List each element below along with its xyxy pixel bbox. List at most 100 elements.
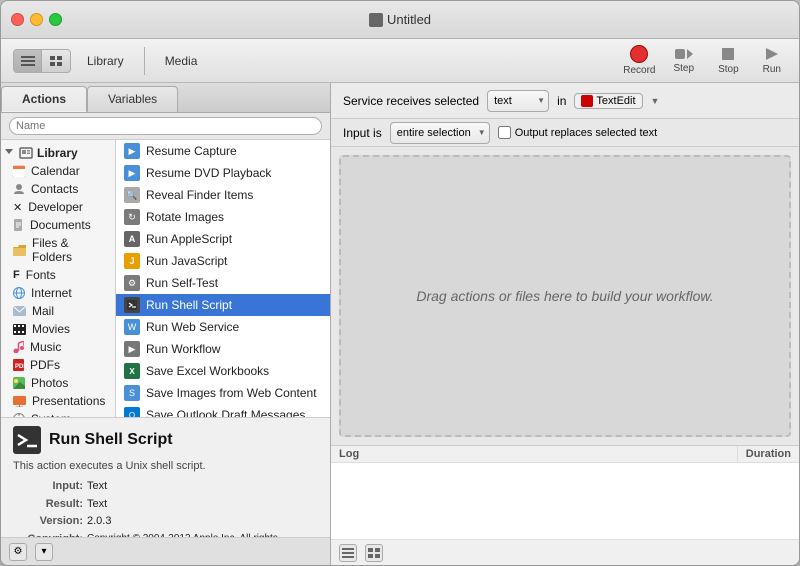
sidebar-item-movies[interactable]: Movies xyxy=(1,320,115,338)
internet-icon xyxy=(13,287,25,299)
sidebar-item-calendar[interactable]: Calendar xyxy=(1,162,115,180)
info-description: This action executes a Unix shell script… xyxy=(13,460,318,472)
minimize-button[interactable] xyxy=(30,13,43,26)
action-item[interactable]: O Save Outlook Draft Messages xyxy=(116,404,330,417)
input-row: Input is entire selection each item ▼ Ou… xyxy=(331,119,799,147)
action-item[interactable]: ▶ Run Workflow xyxy=(116,338,330,360)
sidebar-item-documents[interactable]: Documents xyxy=(1,216,115,234)
action-item[interactable]: ▶ Resume Capture xyxy=(116,140,330,162)
step-button[interactable]: Step xyxy=(667,45,700,76)
shell-script-icon xyxy=(127,300,137,310)
sidebar-item-fonts[interactable]: F Fonts xyxy=(1,266,115,284)
settings-button[interactable]: ⚙ xyxy=(9,543,27,561)
tab-actions[interactable]: Actions xyxy=(1,86,87,112)
info-toggle-button[interactable]: ▾ xyxy=(35,543,53,561)
sidebar-item-presentations[interactable]: Presentations xyxy=(1,392,115,410)
sidebar-item-library[interactable]: Library xyxy=(1,144,115,162)
info-title: Run Shell Script xyxy=(49,431,173,449)
icon-view-icon xyxy=(49,55,63,67)
documents-icon xyxy=(13,219,24,231)
toolbar-right: Record Step Stop Run xyxy=(623,44,787,77)
output-checkbox-label[interactable]: Output replaces selected text xyxy=(498,126,657,139)
library-label: Library xyxy=(37,146,78,160)
calendar-icon xyxy=(13,165,25,177)
log-area: Log Duration xyxy=(331,445,799,565)
svg-text:PDF: PDF xyxy=(15,364,24,370)
maximize-button[interactable] xyxy=(49,13,62,26)
action-icon: ▶ xyxy=(124,165,140,181)
document-icon xyxy=(369,13,383,27)
mail-icon xyxy=(13,306,26,316)
pdfs-icon: PDF xyxy=(13,359,24,371)
library-icon xyxy=(19,146,33,160)
log-icon-view-icon xyxy=(368,548,380,558)
output-checkbox[interactable] xyxy=(498,126,511,139)
view-toggle xyxy=(13,49,71,73)
log-header: Log Duration xyxy=(331,446,799,463)
action-icon: A xyxy=(124,231,140,247)
action-item[interactable]: W Run Web Service xyxy=(116,316,330,338)
textedit-icon xyxy=(581,95,593,107)
action-item[interactable]: J Run JavaScript xyxy=(116,250,330,272)
action-item[interactable]: X Save Excel Workbooks xyxy=(116,360,330,382)
action-icon: O xyxy=(124,407,140,417)
sidebar-item-mail[interactable]: Mail xyxy=(1,302,115,320)
record-button[interactable]: Record xyxy=(623,45,655,76)
sidebar-item-developer[interactable]: ✕ Developer xyxy=(1,198,115,216)
action-item[interactable]: ▶ Resume DVD Playback xyxy=(116,162,330,184)
step-label: Step xyxy=(673,63,694,74)
main-window: Untitled Library Medi xyxy=(0,0,800,566)
main-content: Actions Variables xyxy=(1,83,799,565)
list-view-icon xyxy=(21,55,35,67)
sidebar-item-contacts[interactable]: Contacts xyxy=(1,180,115,198)
action-item[interactable]: ↻ Rotate Images xyxy=(116,206,330,228)
contacts-icon xyxy=(13,183,25,195)
service-type-select[interactable]: text files images xyxy=(487,90,549,112)
input-value: Text xyxy=(87,478,107,496)
files-icon xyxy=(13,245,26,256)
close-button[interactable] xyxy=(11,13,24,26)
input-is-label: Input is xyxy=(343,126,382,140)
log-content xyxy=(331,463,799,539)
info-row-version: Version: 2.0.3 xyxy=(13,513,318,531)
shell-icon xyxy=(13,426,41,454)
search-input[interactable] xyxy=(9,117,322,135)
stop-icon xyxy=(720,46,736,62)
action-icon: ⚙ xyxy=(124,275,140,291)
action-item[interactable]: S Save Images from Web Content xyxy=(116,382,330,404)
sidebar-item-pdfs[interactable]: PDF PDFs xyxy=(1,356,115,374)
sidebar-item-files[interactable]: Files & Folders xyxy=(1,234,115,266)
sidebar-item-internet[interactable]: Internet xyxy=(1,284,115,302)
log-view-list-button[interactable] xyxy=(339,544,357,562)
log-view-icon-button[interactable] xyxy=(365,544,383,562)
info-header: Run Shell Script xyxy=(13,426,318,454)
sidebar-item-photos[interactable]: Photos xyxy=(1,374,115,392)
toolbar-sep xyxy=(144,47,145,75)
sidebar: Library Calendar xyxy=(1,140,116,417)
action-item-selected[interactable]: Run Shell Script xyxy=(116,294,330,316)
action-item[interactable]: 🔍 Reveal Finder Items xyxy=(116,184,330,206)
input-is-select[interactable]: entire selection each item xyxy=(390,122,490,144)
in-label: in xyxy=(557,94,566,108)
library-label: Library xyxy=(87,54,124,68)
tab-variables[interactable]: Variables xyxy=(87,86,178,112)
right-panel: Service receives selected text files ima… xyxy=(331,83,799,565)
movies-icon xyxy=(13,324,26,335)
run-button[interactable]: Run xyxy=(757,44,787,77)
log-footer xyxy=(331,539,799,565)
list-view-button[interactable] xyxy=(14,50,42,72)
sidebar-item-music[interactable]: Music xyxy=(1,338,115,356)
sidebar-item-system[interactable]: System xyxy=(1,410,115,417)
input-is-wrapper: entire selection each item ▼ xyxy=(390,122,490,144)
action-item[interactable]: A Run AppleScript xyxy=(116,228,330,250)
action-item[interactable]: ⚙ Run Self-Test xyxy=(116,272,330,294)
record-icon xyxy=(630,45,648,63)
log-list-icon xyxy=(342,548,354,558)
search-bar xyxy=(1,113,330,140)
stop-button[interactable]: Stop xyxy=(712,44,745,77)
action-icon: ▶ xyxy=(124,143,140,159)
icon-view-button[interactable] xyxy=(42,50,70,72)
record-label: Record xyxy=(623,65,655,76)
action-icon: ▶ xyxy=(124,341,140,357)
workflow-area[interactable]: Drag actions or files here to build your… xyxy=(339,155,791,437)
